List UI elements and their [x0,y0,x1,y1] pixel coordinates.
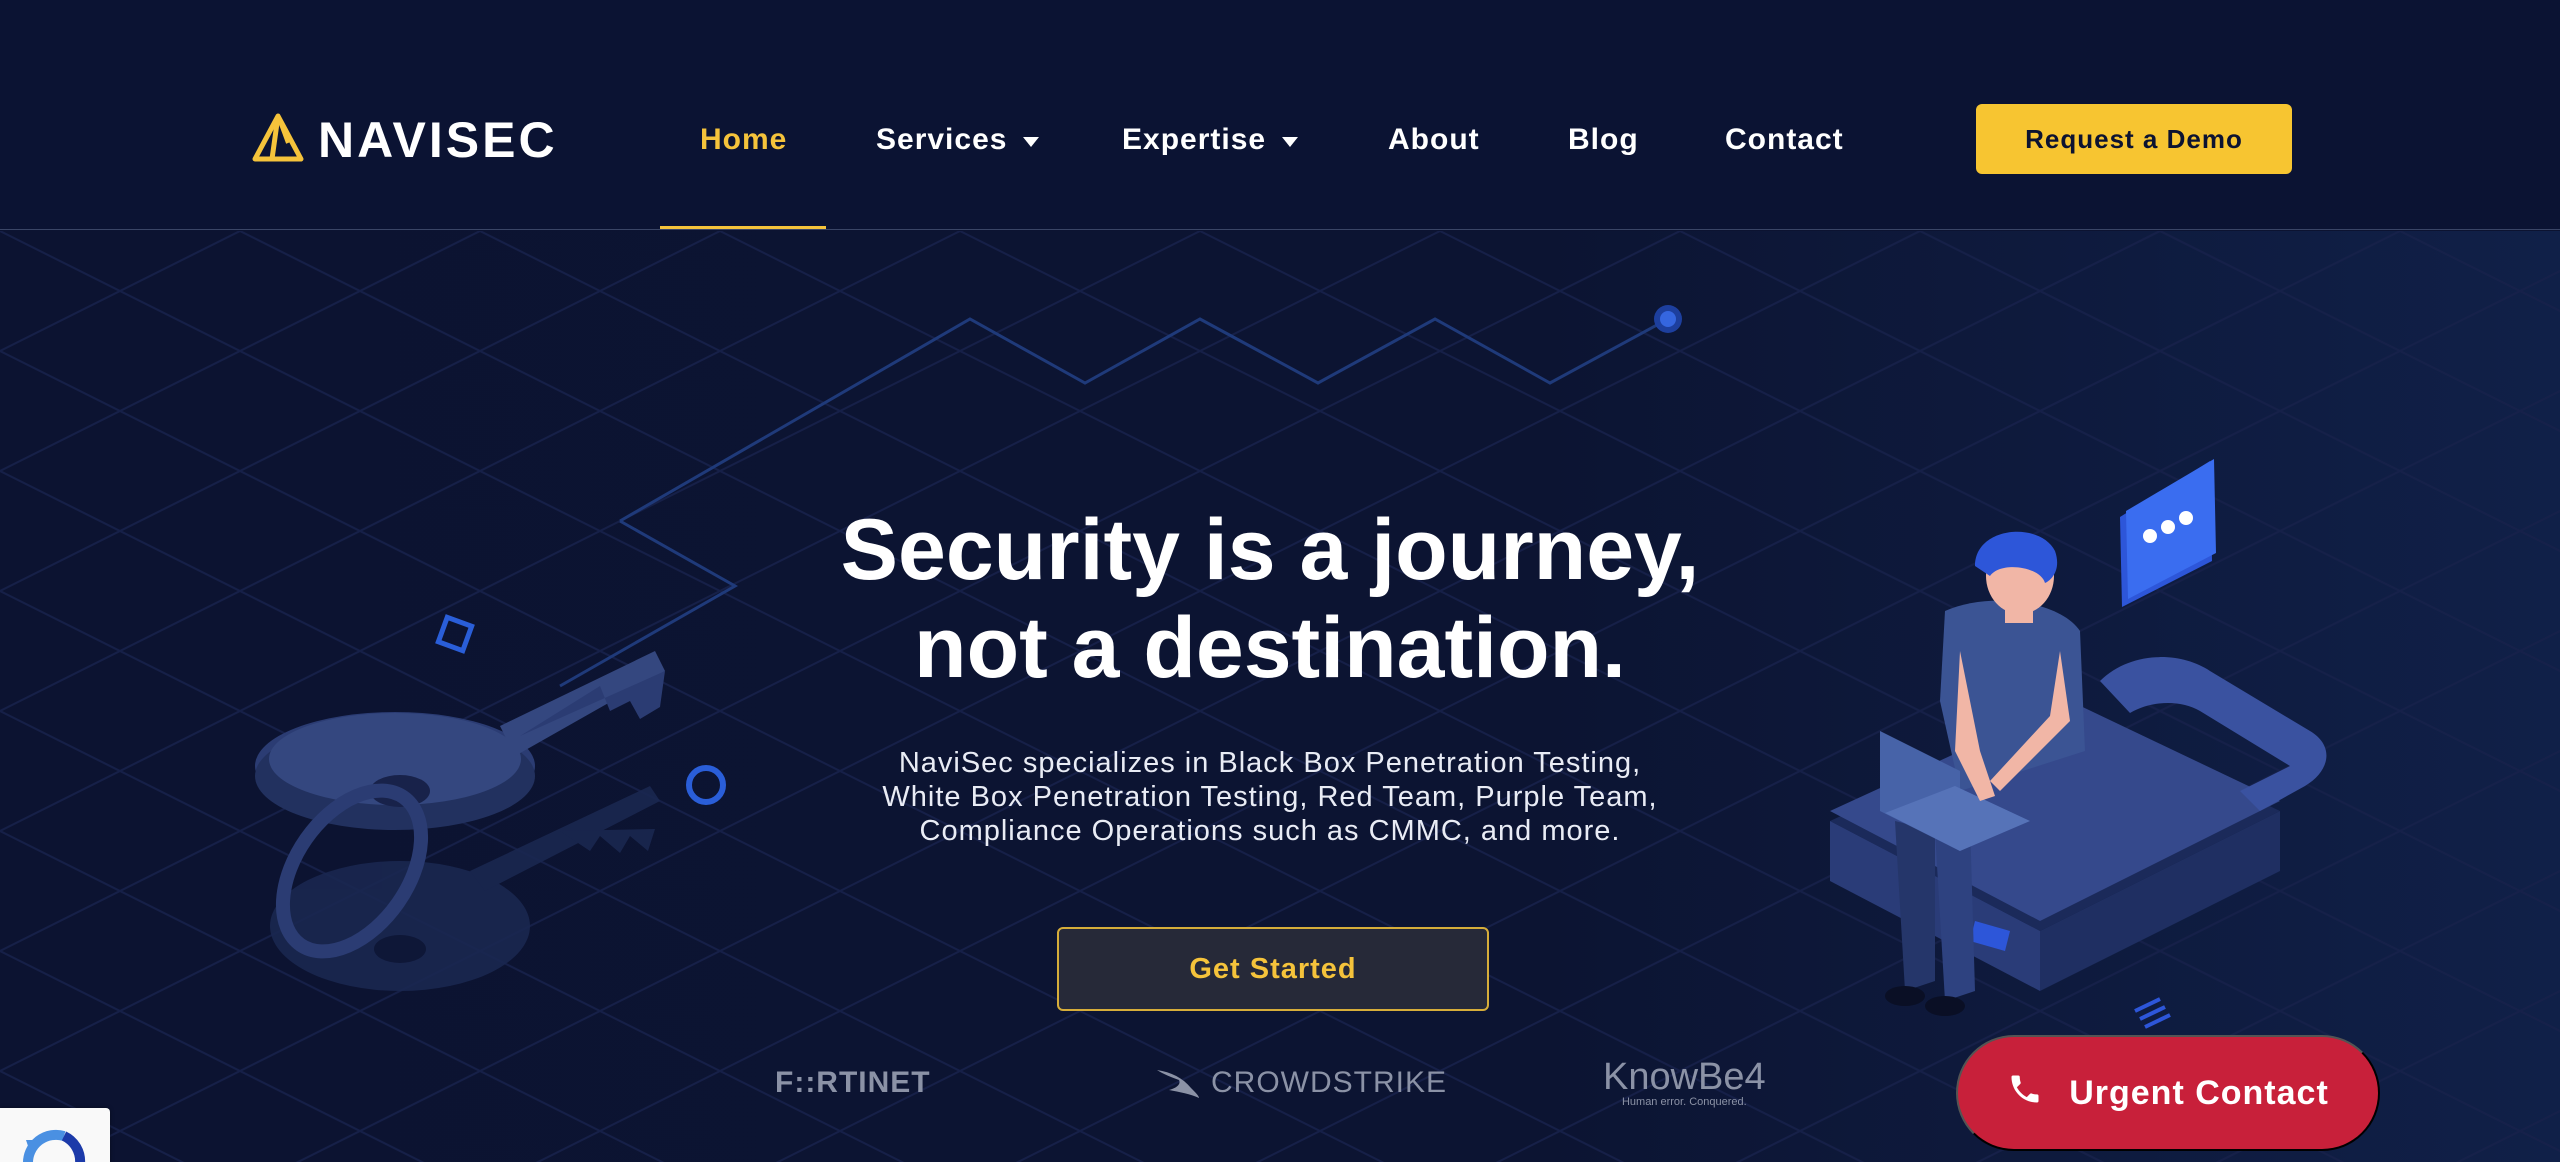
headline-line-1: Security is a journey, [840,502,1700,598]
hero-section: Security is a journey, not a destination… [0,231,2560,1162]
falcon-icon [1157,1070,1199,1098]
recaptcha-badge[interactable] [0,1108,110,1162]
nav-expertise[interactable]: Expertise [1122,110,1299,170]
nav-home[interactable]: Home [700,110,787,170]
nav-about[interactable]: About [1388,110,1480,170]
chevron-down-icon [1282,137,1299,147]
chevron-down-icon [1023,137,1040,147]
logo[interactable]: NAVISEC [252,112,558,168]
nav-blog-label: Blog [1568,123,1639,156]
nav-contact[interactable]: Contact [1725,110,1844,170]
recaptcha-icon [23,1129,86,1162]
logo-text: NAVISEC [318,112,558,168]
sub-line-3: Compliance Operations such as CMMC, and … [919,815,1621,847]
site-header: NAVISEC Home Services Expertise About Bl… [0,0,2560,230]
request-demo-button[interactable]: Request a Demo [1976,104,2292,174]
hero-subtext: NaviSec specializes in Black Box Penetra… [780,746,1760,848]
headline-line-2: not a destination. [914,600,1626,696]
crowdstrike-logo: CROWDSTRIKE [1155,1053,1447,1113]
urgent-contact-label: Urgent Contact [2069,1073,2329,1112]
logo-triangle-icon [252,113,304,168]
sub-line-1: NaviSec specializes in Black Box Penetra… [898,747,1642,779]
nav-services-label: Services [876,123,1008,156]
fortinet-logo: F::RTINET [775,1053,931,1113]
nav-contact-label: Contact [1725,123,1844,156]
nav-blog[interactable]: Blog [1568,110,1639,170]
crowdstrike-logo-text: CROWDSTRIKE [1211,1066,1447,1099]
nav-about-label: About [1388,123,1480,156]
sub-line-2: White Box Penetration Testing, Red Team,… [882,781,1658,813]
nav-expertise-label: Expertise [1122,123,1267,156]
nav-services[interactable]: Services [876,110,1040,170]
knowbe4-logo: KnowBe4 Human error. Conquered. [1603,1053,1766,1113]
knowbe4-tagline: Human error. Conquered. [1621,1096,1747,1108]
knowbe4-logo-text: KnowBe4 [1603,1056,1766,1098]
get-started-button[interactable]: Get Started [1057,927,1489,1011]
fortinet-logo-text: F::RTINET [775,1066,931,1099]
hero-headline: Security is a journey, not a destination… [680,501,1860,697]
phone-icon [2007,1071,2043,1116]
nav-home-label: Home [700,123,788,156]
active-nav-indicator [660,226,826,229]
urgent-contact-button[interactable]: Urgent Contact [1956,1035,2380,1151]
